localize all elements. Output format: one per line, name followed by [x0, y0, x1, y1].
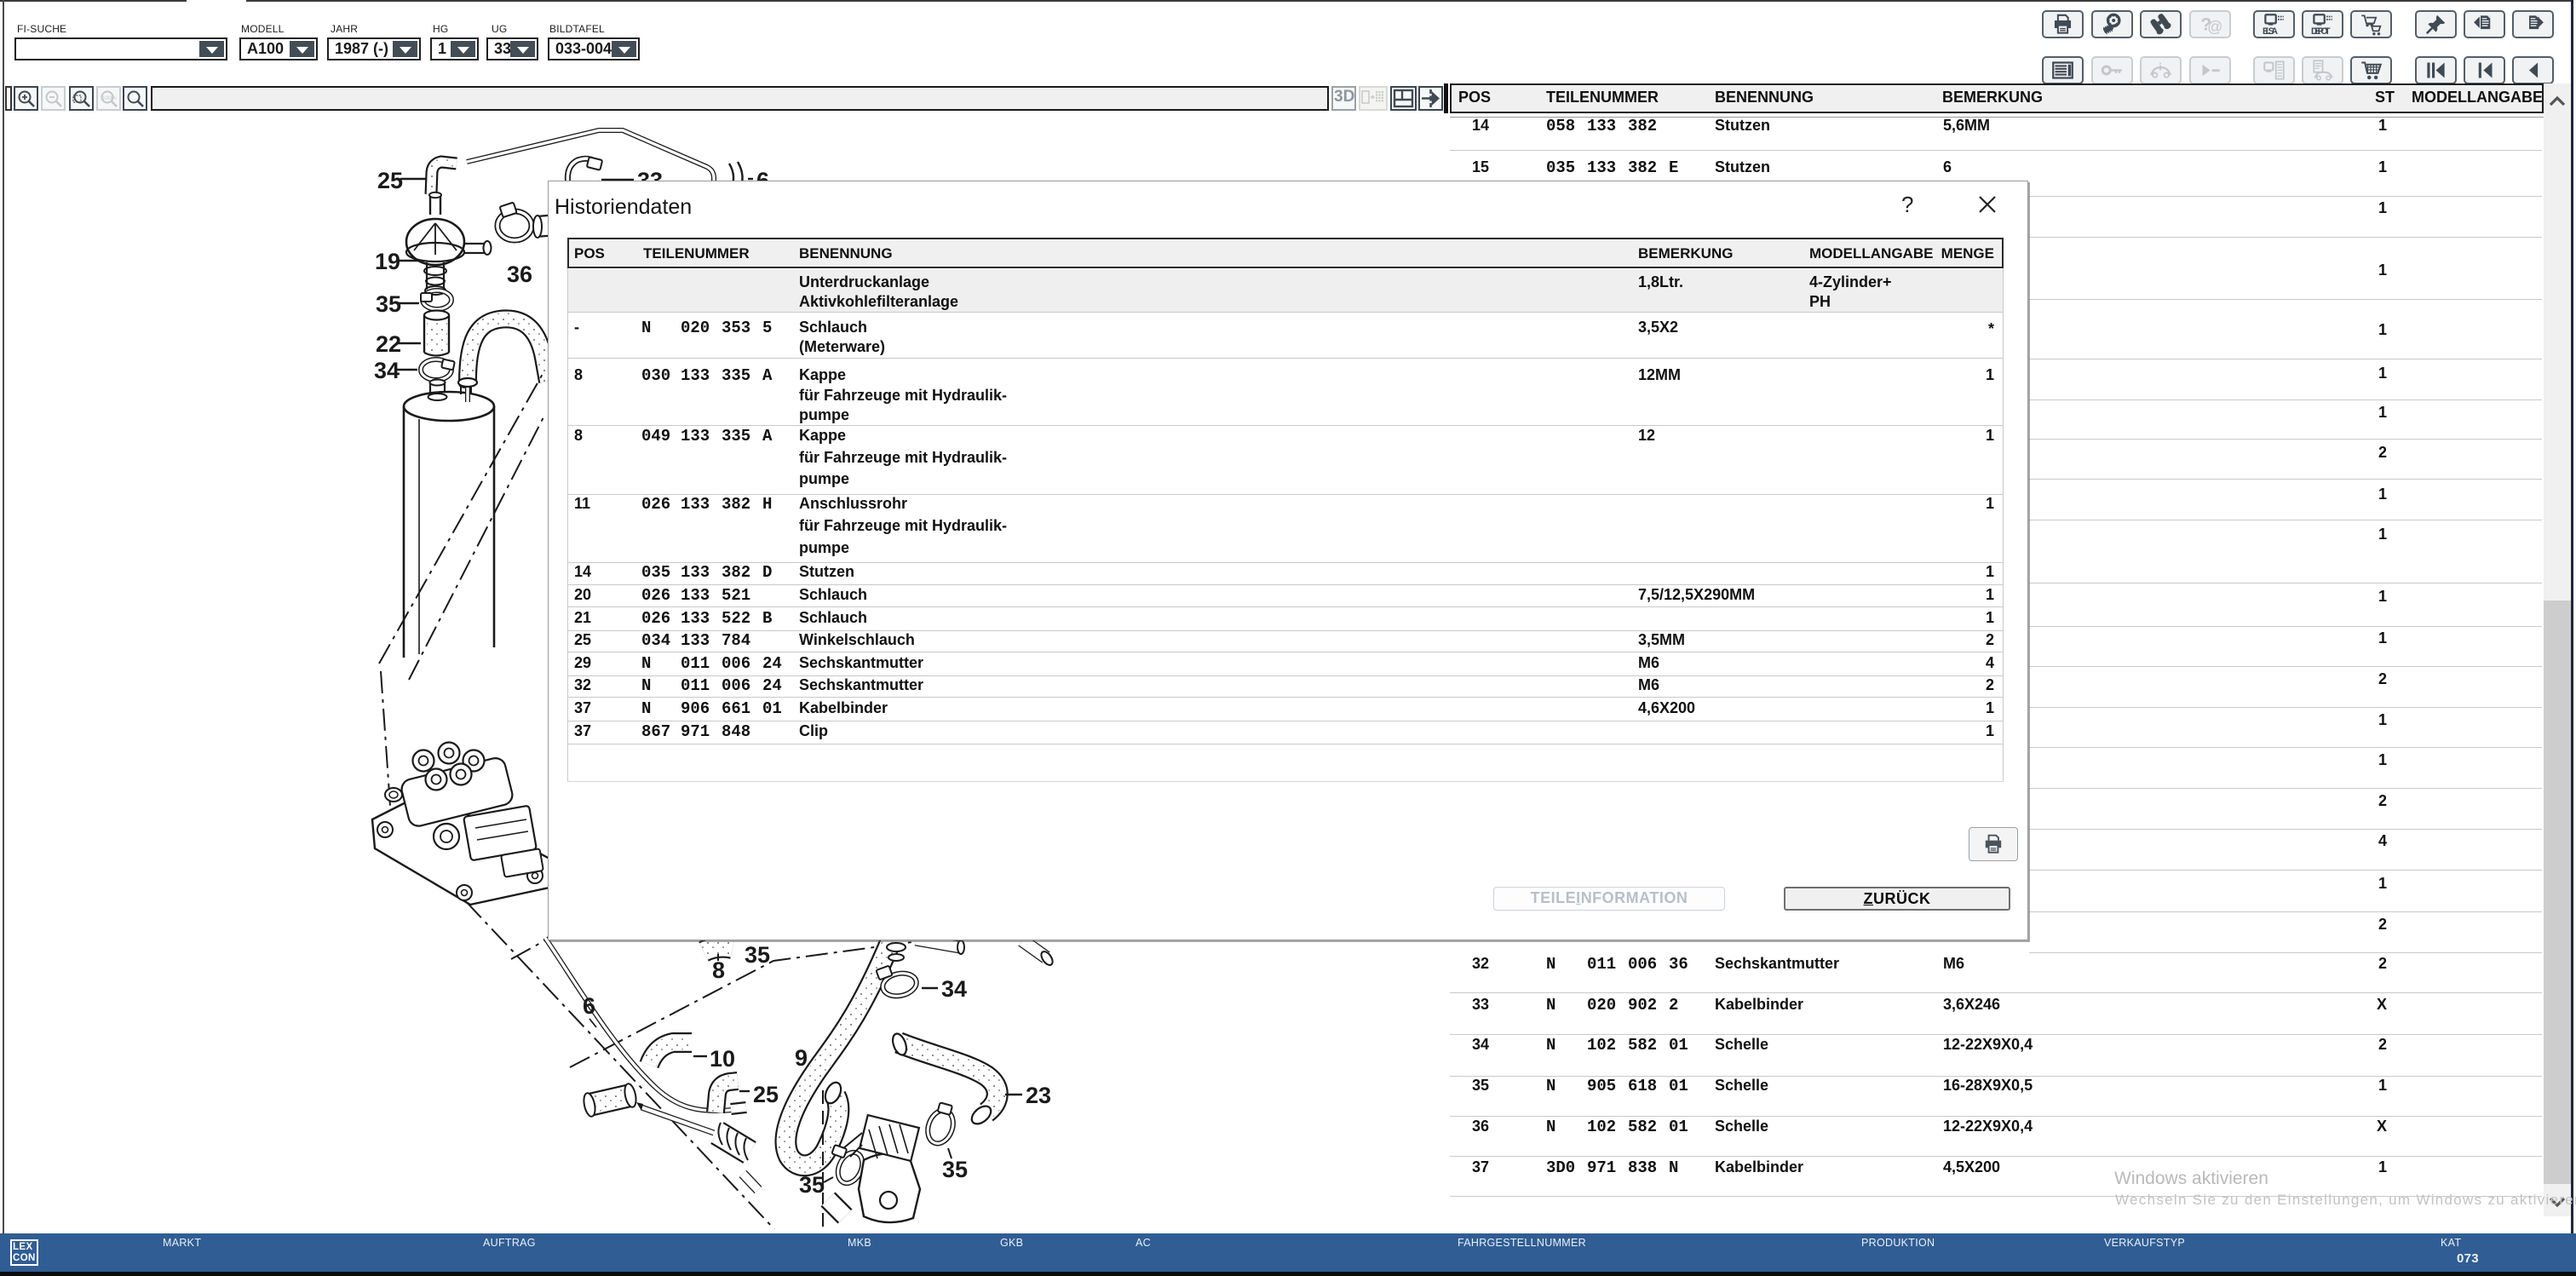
svg-text:35: 35	[745, 942, 770, 968]
svg-text:9: 9	[795, 1045, 808, 1071]
svg-text:35: 35	[799, 1172, 825, 1198]
svg-text:8: 8	[712, 957, 725, 983]
svg-text:19: 19	[375, 249, 400, 274]
svg-text:36: 36	[507, 262, 532, 287]
svg-text:35: 35	[942, 1157, 968, 1182]
svg-text:25: 25	[753, 1082, 779, 1107]
svg-text:6: 6	[583, 993, 595, 1019]
svg-text:23: 23	[1026, 1083, 1051, 1108]
svg-text:25: 25	[377, 168, 403, 193]
svg-text:10: 10	[710, 1046, 735, 1072]
svg-text:34: 34	[941, 976, 967, 1002]
svg-text:35: 35	[376, 291, 401, 317]
svg-text:34: 34	[374, 358, 400, 383]
